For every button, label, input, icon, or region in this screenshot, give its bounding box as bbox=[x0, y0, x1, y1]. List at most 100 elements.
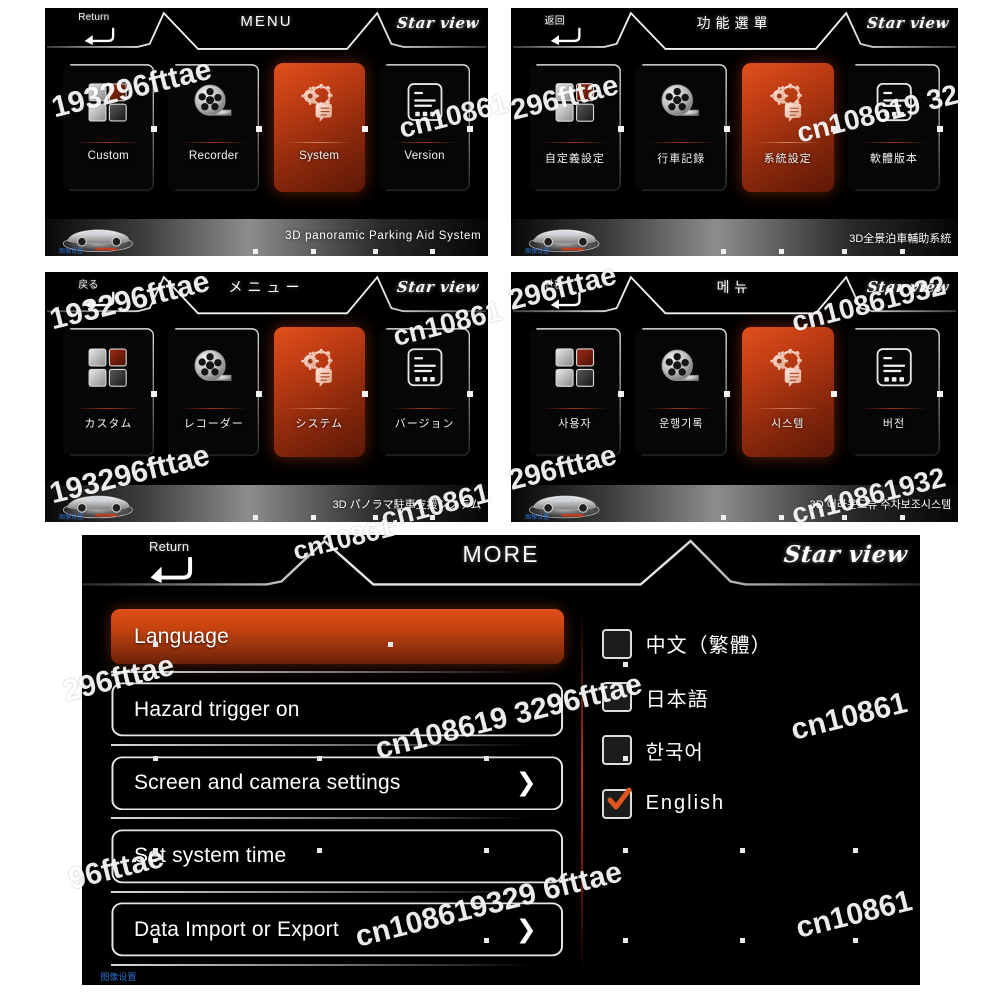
language-checkbox[interactable] bbox=[601, 628, 632, 659]
row-underline bbox=[111, 744, 533, 747]
return-arrow-icon[interactable] bbox=[72, 27, 125, 47]
film-reel-icon bbox=[661, 84, 699, 117]
language-option[interactable]: 日本語 bbox=[601, 670, 904, 723]
menu-card-row: 自定義設定 行車記錄 系統設定 軟體版本 bbox=[528, 62, 944, 192]
settings-menu-item[interactable]: Set system time bbox=[111, 829, 564, 893]
card-separator bbox=[286, 407, 353, 409]
settings-menu-label: Screen and camera settings bbox=[133, 771, 401, 795]
settings-menu-item[interactable]: Data Import or Export ❯ bbox=[111, 902, 564, 967]
menu-screen-japanese[interactable]: 戻る メニュー Star view カスタム レコーダー システム バージョン … bbox=[45, 272, 488, 522]
card-label: 사용자 bbox=[558, 418, 592, 431]
decor-marker bbox=[316, 847, 322, 853]
language-option[interactable]: 한국어 bbox=[601, 724, 904, 777]
four-squares-icon bbox=[88, 348, 128, 387]
card-separator bbox=[860, 407, 928, 409]
card-label: Custom bbox=[87, 150, 130, 163]
card-icon-wrap bbox=[87, 342, 129, 394]
language-option[interactable]: English bbox=[601, 777, 904, 830]
menu-screen-english[interactable]: Return MENU Star view Custom Recorder Sy… bbox=[45, 8, 488, 256]
footer-tagline: 3D 어라운드뷰 주차보조시스템 bbox=[809, 498, 952, 511]
language-checkbox[interactable] bbox=[601, 787, 632, 819]
decor-marker bbox=[153, 938, 159, 944]
screen-header: 返回 功能選單 Star view bbox=[511, 8, 958, 55]
card-separator bbox=[648, 407, 715, 409]
settings-menu-item[interactable]: Hazard trigger on bbox=[111, 682, 564, 747]
menu-card-four-squares[interactable]: 사용자 bbox=[528, 327, 624, 457]
card-separator bbox=[286, 142, 353, 144]
chevron-right-icon[interactable]: ❯ bbox=[516, 770, 537, 796]
menu-card-row: カスタム レコーダー システム バージョン bbox=[62, 327, 474, 457]
settings-menu-item[interactable]: Screen and camera settings ❯ bbox=[111, 756, 564, 820]
menu-card-film-reel[interactable]: Recorder bbox=[168, 62, 263, 192]
chevron-right-icon[interactable]: ❯ bbox=[516, 917, 537, 942]
menu-card-four-squares[interactable]: Custom bbox=[62, 62, 157, 192]
card-separator bbox=[541, 407, 609, 409]
brand-logo: Star view bbox=[396, 13, 481, 32]
row-underline bbox=[111, 890, 533, 893]
card-label: 行車記錄 bbox=[657, 153, 706, 166]
document-list-icon bbox=[407, 83, 443, 122]
card-nub-marker bbox=[256, 125, 263, 132]
menu-card-film-reel[interactable]: 行車記錄 bbox=[635, 62, 731, 192]
menu-card-gears[interactable]: System bbox=[273, 62, 368, 192]
card-separator bbox=[754, 407, 821, 409]
card-nub-marker bbox=[361, 125, 368, 132]
language-checkbox[interactable] bbox=[601, 682, 632, 713]
menu-card-film-reel[interactable]: レコーダー bbox=[168, 327, 263, 457]
document-list-icon bbox=[407, 347, 443, 386]
menu-card-gears[interactable]: システム bbox=[273, 327, 368, 457]
decor-marker bbox=[387, 642, 393, 648]
decor-marker bbox=[153, 755, 159, 761]
footer-tagline: 3D panoramic Parking Aid System bbox=[285, 229, 482, 242]
card-icon-wrap bbox=[193, 342, 235, 394]
menu-screen-korean[interactable]: 반환 메뉴 Star view 사용자 운행기록 시스템 버전 图像设置 3D … bbox=[511, 272, 958, 522]
menu-card-document-list[interactable]: バージョン bbox=[378, 327, 474, 457]
card-separator bbox=[391, 142, 458, 144]
card-separator bbox=[541, 142, 609, 144]
document-list-icon bbox=[876, 347, 912, 387]
menu-card-gears[interactable]: 시스템 bbox=[741, 327, 837, 457]
card-nub-marker bbox=[724, 390, 731, 397]
language-option-list[interactable]: 中文（繁體） 日本語 한국어 English bbox=[601, 617, 904, 860]
card-label: 軟體版本 bbox=[870, 153, 919, 166]
brand-logo: Star view bbox=[396, 277, 481, 296]
brand-logo: Star view bbox=[866, 13, 951, 32]
card-nub-marker bbox=[937, 125, 944, 132]
menu-card-document-list[interactable]: Version bbox=[378, 62, 474, 192]
decor-marker bbox=[622, 755, 628, 761]
card-nub-marker bbox=[617, 390, 624, 397]
card-nub-marker bbox=[361, 390, 368, 397]
menu-card-document-list[interactable]: 軟體版本 bbox=[848, 62, 944, 192]
settings-menu-list[interactable]: Language Hazard trigger on Screen and ca… bbox=[111, 609, 564, 969]
card-icon-wrap bbox=[298, 342, 340, 394]
footer-bar: 图像设置 3D全景泊車輔助系統 bbox=[511, 218, 958, 256]
menu-card-row: Custom Recorder System Version bbox=[62, 62, 474, 192]
card-icon-wrap bbox=[404, 342, 446, 394]
menu-card-gears[interactable]: 系統設定 bbox=[741, 62, 837, 192]
card-nub-marker bbox=[467, 125, 474, 132]
menu-card-film-reel[interactable]: 운행기록 bbox=[635, 327, 731, 457]
decor-marker bbox=[484, 938, 490, 944]
menu-card-document-list[interactable]: 버전 bbox=[848, 327, 944, 457]
card-icon-wrap bbox=[873, 77, 915, 129]
card-label: カスタム bbox=[84, 418, 133, 431]
menu-card-four-squares[interactable]: 自定義設定 bbox=[528, 62, 624, 192]
decor-marker bbox=[739, 847, 745, 853]
menu-screen-chinese[interactable]: 返回 功能選單 Star view 自定義設定 行車記錄 系統設定 軟體版本 图… bbox=[511, 8, 958, 256]
screen-header: 戻る メニュー Star view bbox=[45, 272, 488, 320]
language-label: 日本語 bbox=[645, 688, 709, 711]
language-option[interactable]: 中文（繁體） bbox=[601, 617, 904, 670]
settings-menu-item[interactable]: Language bbox=[111, 609, 564, 673]
four-squares-icon bbox=[88, 83, 128, 122]
decor-dot-row bbox=[45, 246, 488, 256]
film-reel-icon bbox=[661, 349, 699, 381]
decor-dot-row bbox=[45, 512, 488, 522]
settings-menu-label: Language bbox=[133, 624, 229, 648]
menu-card-four-squares[interactable]: カスタム bbox=[62, 327, 157, 457]
more-settings-screen[interactable]: Return MORE Star view Language Hazard tr… bbox=[82, 535, 920, 985]
card-label: レコーダー bbox=[183, 418, 244, 431]
menu-card-row: 사용자 운행기록 시스템 버전 bbox=[528, 327, 944, 457]
decor-marker bbox=[852, 847, 858, 853]
language-label: English bbox=[645, 792, 726, 815]
card-icon-wrap bbox=[298, 77, 340, 129]
